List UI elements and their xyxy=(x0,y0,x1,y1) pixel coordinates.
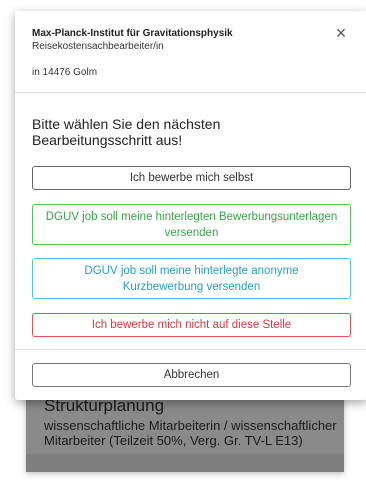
send-anonymous-label: DGUV job soll meine hinterlegte anonyme … xyxy=(84,264,299,293)
apply-self-button[interactable]: Ich bewerbe mich selbst xyxy=(32,166,351,190)
card-shadow xyxy=(26,454,344,472)
cancel-button[interactable]: Abbrechen xyxy=(32,363,351,387)
step-prompt: Bitte wählen Sie den nächsten Bearbeitun… xyxy=(32,116,221,148)
modal-header: Max-Planck-Institut für Gravitationsphys… xyxy=(15,11,366,93)
job-location: in 14476 Golm xyxy=(32,67,98,78)
job-role: Reisekostensachbearbeiter/in xyxy=(32,41,164,52)
close-icon[interactable]: × xyxy=(333,24,349,42)
footer-divider xyxy=(15,349,366,350)
send-documents-button[interactable]: DGUV job soll meine hinterlegten Bewerbu… xyxy=(32,204,351,245)
apply-self-label: Ich bewerbe mich selbst xyxy=(129,172,254,184)
decline-button[interactable]: Ich bewerbe mich nicht auf diese Stelle xyxy=(32,313,351,337)
job-subtitle: wissenschaftliche Mitarbeiterin / wissen… xyxy=(44,418,337,448)
application-modal: Max-Planck-Institut für Gravitationsphys… xyxy=(15,11,366,400)
decline-label: Ich bewerbe mich nicht auf diese Stelle xyxy=(91,319,292,331)
send-documents-label: DGUV job soll meine hinterlegten Bewerbu… xyxy=(45,210,338,239)
send-anonymous-button[interactable]: DGUV job soll meine hinterlegte anonyme … xyxy=(32,258,351,299)
employer-name: Max-Planck-Institut für Gravitationsphys… xyxy=(32,28,233,39)
